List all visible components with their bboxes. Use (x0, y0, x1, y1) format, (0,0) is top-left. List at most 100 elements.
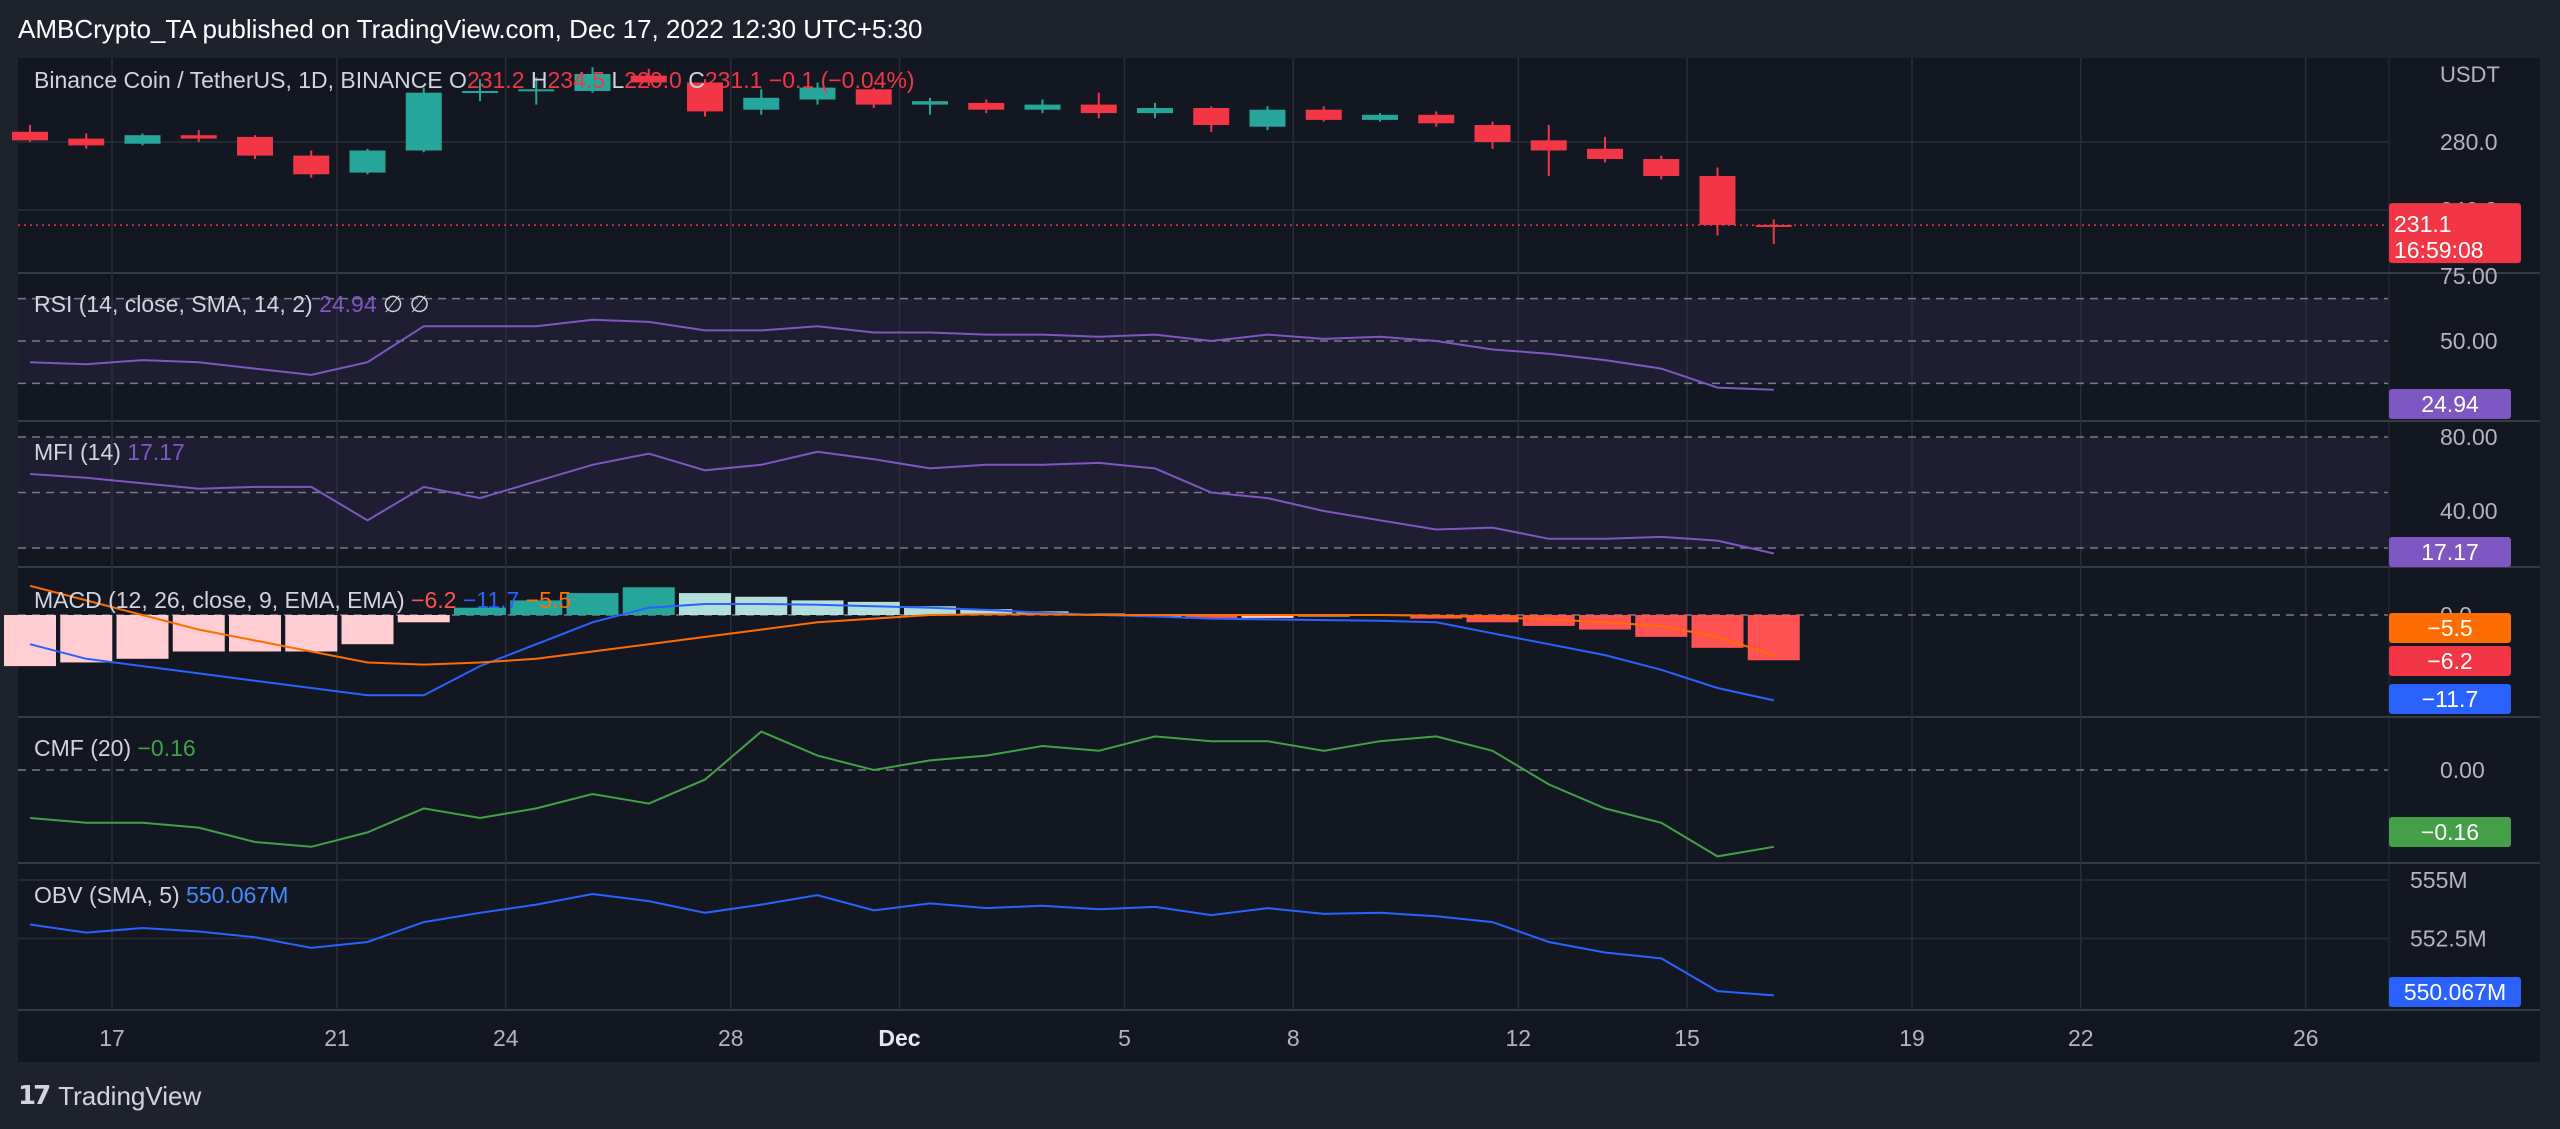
time-axis-tick-label: 26 (2293, 1025, 2319, 1051)
cmf-legend: CMF (20) −0.16 (34, 735, 196, 761)
macd-histogram-bar (566, 593, 619, 615)
macd-signal-badge: −5.5 (2427, 615, 2472, 641)
time-axis-tick-label: 21 (324, 1025, 350, 1051)
candle-body (1643, 159, 1680, 176)
time-axis-tick-label: 12 (1505, 1025, 1531, 1051)
time-axis-tick-label: 8 (1287, 1025, 1300, 1051)
last-price-badge: 231.1 (2394, 211, 2452, 237)
cmf-value-badge: −0.16 (2421, 819, 2479, 845)
open-value: 231.2 (467, 67, 531, 93)
tradingview-logo-mark-icon: 17 (18, 1081, 51, 1111)
obv-value-badge: 550.067M (2404, 979, 2506, 1005)
close-key: C (688, 67, 705, 93)
countdown-badge: 16:59:08 (2394, 237, 2484, 263)
time-axis-background (18, 1010, 2540, 1062)
candle-body (1418, 114, 1455, 124)
chart-background (18, 58, 2540, 1062)
mfi-value-badge: 17.17 (2421, 539, 2479, 565)
macd-histogram-bar (622, 587, 675, 615)
time-axis-tick-label: 5 (1118, 1025, 1131, 1051)
macd-histogram-bar (847, 601, 900, 615)
candle-body (1474, 125, 1511, 142)
candle-body (405, 92, 442, 151)
macd-histogram-bar (116, 615, 169, 659)
candle-body (1193, 108, 1230, 125)
rsi-symbols: ∅ ∅ (383, 291, 429, 317)
candle-body (237, 136, 273, 156)
candle-body (1530, 140, 1567, 151)
candle-body (1755, 224, 1792, 227)
tradingview-logo[interactable]: 17 TradingView (18, 1078, 201, 1114)
time-axis-tick-label: 15 (1674, 1025, 1700, 1051)
cmf-tick-label: 0.00 (2440, 757, 2485, 783)
rsi-label: RSI (14, close, SMA, 14, 2) (34, 291, 319, 317)
macd-label: MACD (12, 26, close, 9, EMA, EMA) (34, 587, 411, 613)
candle-body (1024, 104, 1061, 110)
obv-value: 550.067M (186, 882, 288, 908)
price-tick-label: 280.0 (2440, 129, 2498, 155)
macd-histogram-bar (735, 596, 788, 615)
obv-tick-label: 555M (2410, 867, 2468, 893)
candle-body (293, 155, 330, 175)
high-key: H (531, 67, 548, 93)
time-axis-tick-label: 24 (493, 1025, 519, 1051)
mfi-label: MFI (14) (34, 439, 127, 465)
candle-body (1137, 108, 1173, 114)
macd-histogram-bar (791, 600, 844, 615)
candle-body (912, 101, 948, 105)
mfi-value: 17.17 (127, 439, 185, 465)
candle-body (124, 135, 161, 144)
macd-histogram-badge: −6.2 (2427, 648, 2472, 674)
time-axis-tick-label: 17 (99, 1025, 125, 1051)
low-key: L (611, 67, 624, 93)
price-legend: Binance Coin / TetherUS, 1D, BINANCE O23… (34, 67, 915, 93)
macd-histogram-bar (4, 615, 56, 667)
chart-area[interactable]: 17212428Dec581215192226USDT280.0240.0231… (0, 0, 2560, 1129)
rsi-value: 24.94 (319, 291, 383, 317)
mfi-tick-label: 40.00 (2440, 498, 2498, 524)
rsi-tick-label: 75.00 (2440, 263, 2498, 289)
change-value: −0.1 (−0.04%) (769, 67, 915, 93)
time-axis-tick-label: 28 (718, 1025, 744, 1051)
macd-histogram-bar (229, 615, 281, 652)
high-value: 234.5 (548, 67, 612, 93)
tradingview-brand-text: TradingView (58, 1080, 202, 1111)
rsi-value-badge: 24.94 (2421, 391, 2479, 417)
candle-body (1080, 104, 1117, 114)
candle-body (968, 102, 1005, 110)
cmf-label: CMF (20) (34, 735, 138, 761)
time-axis-tick-label: 22 (2068, 1025, 2094, 1051)
candle-body (1699, 176, 1736, 225)
macd-histogram-bar (1747, 615, 1800, 661)
macd-macd-value: −11.7 (463, 587, 526, 613)
obv-legend: OBV (SMA, 5) 550.067M (34, 882, 288, 908)
cmf-value: −0.16 (138, 735, 196, 761)
macd-signal-value: −5.5 (526, 587, 571, 613)
price-unit-label: USDT (2440, 62, 2500, 87)
candle-body (1249, 109, 1286, 127)
macd-histogram-bar (397, 615, 450, 623)
rsi-legend: RSI (14, close, SMA, 14, 2) 24.94 ∅ ∅ (34, 291, 429, 317)
candle-body (349, 150, 386, 173)
open-key: O (449, 67, 467, 93)
macd-hist-value: −6.2 (411, 587, 463, 613)
macd-histogram-bar (341, 615, 394, 645)
symbol-label: Binance Coin / TetherUS, 1D, BINANCE (34, 67, 449, 93)
obv-tick-label: 552.5M (2410, 926, 2487, 952)
candle-body (12, 131, 48, 141)
mfi-tick-label: 80.00 (2440, 424, 2498, 450)
time-axis-tick-label: 19 (1899, 1025, 1925, 1051)
macd-histogram-bar (285, 615, 338, 652)
candle-body (743, 97, 780, 110)
macd-value-badge: −11.7 (2422, 686, 2479, 712)
candle-body (1305, 109, 1342, 120)
candle-body (1587, 148, 1623, 159)
low-value: 220.0 (624, 67, 688, 93)
mfi-legend: MFI (14) 17.17 (34, 439, 185, 465)
macd-histogram-bar (60, 615, 113, 663)
candle-body (1362, 114, 1398, 120)
obv-label: OBV (SMA, 5) (34, 882, 186, 908)
time-axis-tick-label: Dec (878, 1025, 920, 1051)
close-value: 231.1 (705, 67, 769, 93)
macd-legend: MACD (12, 26, close, 9, EMA, EMA) −6.2 −… (34, 587, 571, 613)
